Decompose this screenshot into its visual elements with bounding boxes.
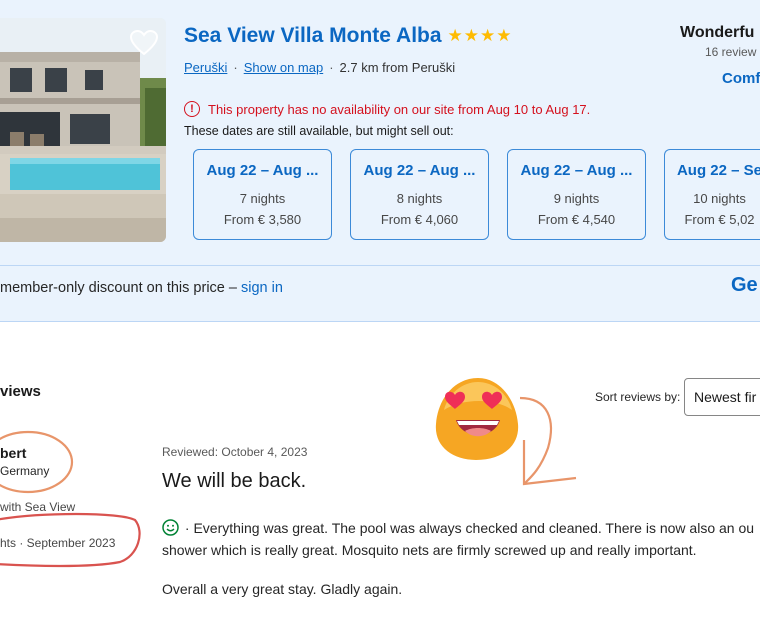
sign-in-link[interactable]: sign in	[241, 280, 283, 296]
smiley-icon	[162, 519, 179, 536]
alert-circle-icon: !	[184, 101, 200, 117]
reviews-heading: views	[0, 383, 41, 400]
price-text: From € 4,060	[380, 212, 459, 227]
arrow-curve	[519, 396, 553, 485]
reviewer-country: Germany	[0, 464, 50, 478]
warning-text: This property has no availability on our…	[208, 101, 591, 117]
star-rating-icon: ★★★★	[447, 26, 513, 45]
divider	[0, 265, 760, 266]
separator: ·	[329, 60, 334, 75]
date-range: Aug 22 – Aug ...	[520, 162, 633, 179]
date-option-card[interactable]: Aug 22 – Aug ... 9 nights From € 4,540	[507, 149, 646, 240]
sort-select[interactable]: Newest fir	[684, 378, 760, 416]
review-title: We will be back.	[162, 470, 307, 492]
property-title-row: Sea View Villa Monte Alba ★★★★	[184, 24, 513, 48]
review-count[interactable]: 16 review	[705, 45, 756, 59]
review-positive-text: · Everything was great. The pool was alw…	[162, 520, 755, 558]
review-date: Reviewed: October 4, 2023	[162, 445, 308, 459]
price-text: From € 5,02	[684, 212, 755, 227]
date-option-card[interactable]: Aug 22 – Aug ... 8 nights From € 4,060	[350, 149, 489, 240]
reviewer-stay-info: hts · September 2023	[0, 536, 116, 550]
get-deal-button[interactable]: Ge	[731, 274, 758, 297]
reviewer-room-type: with Sea View	[0, 500, 76, 514]
discount-text: member-only discount on this price –	[0, 280, 241, 296]
heart-eyes-emoji-icon	[435, 378, 519, 460]
sort-label: Sort reviews by:	[595, 390, 681, 404]
price-text: From € 4,540	[537, 212, 616, 227]
name-highlight-circle	[0, 430, 74, 494]
discount-banner: member-only discount on this price – sig…	[0, 280, 283, 296]
price-text: From € 3,580	[223, 212, 302, 227]
nights-count: 10 nights	[693, 191, 746, 206]
comfort-score-label: Comf	[722, 70, 760, 87]
date-option-card[interactable]: Aug 22 – Aug ... 7 nights From € 3,580	[193, 149, 332, 240]
date-options: Aug 22 – Aug ... 7 nights From € 3,580 A…	[193, 149, 760, 240]
location-row: Peruški · Show on map · 2.7 km from Peru…	[184, 60, 455, 75]
date-range: Aug 22 – Aug ...	[363, 162, 476, 179]
nights-count: 8 nights	[396, 191, 443, 206]
arrow-head	[522, 440, 577, 486]
date-option-card[interactable]: Aug 22 – Se 10 nights From € 5,02	[664, 149, 760, 240]
date-range: Aug 22 – Aug ...	[206, 162, 319, 179]
nights-count: 7 nights	[239, 191, 286, 206]
nights-count: 9 nights	[553, 191, 600, 206]
reviewer-name: bert	[0, 445, 27, 461]
distance-text: 2.7 km from Peruški	[339, 60, 456, 75]
availability-warning: ! This property has no availability on o…	[184, 101, 590, 117]
review-closing-text: Overall a very great stay. Gladly again.	[162, 581, 403, 597]
score-label: Wonderfu	[680, 24, 755, 41]
location-link[interactable]: Peruški	[184, 60, 227, 75]
property-title[interactable]: Sea View Villa Monte Alba	[184, 24, 442, 48]
separator: ·	[233, 60, 238, 75]
show-on-map-link[interactable]: Show on map	[244, 60, 324, 75]
review-body: · Everything was great. The pool was alw…	[162, 517, 760, 561]
heart-icon[interactable]	[130, 30, 158, 56]
available-dates-note: These dates are still available, but mig…	[184, 124, 454, 138]
date-range: Aug 22 – Se	[676, 162, 760, 179]
